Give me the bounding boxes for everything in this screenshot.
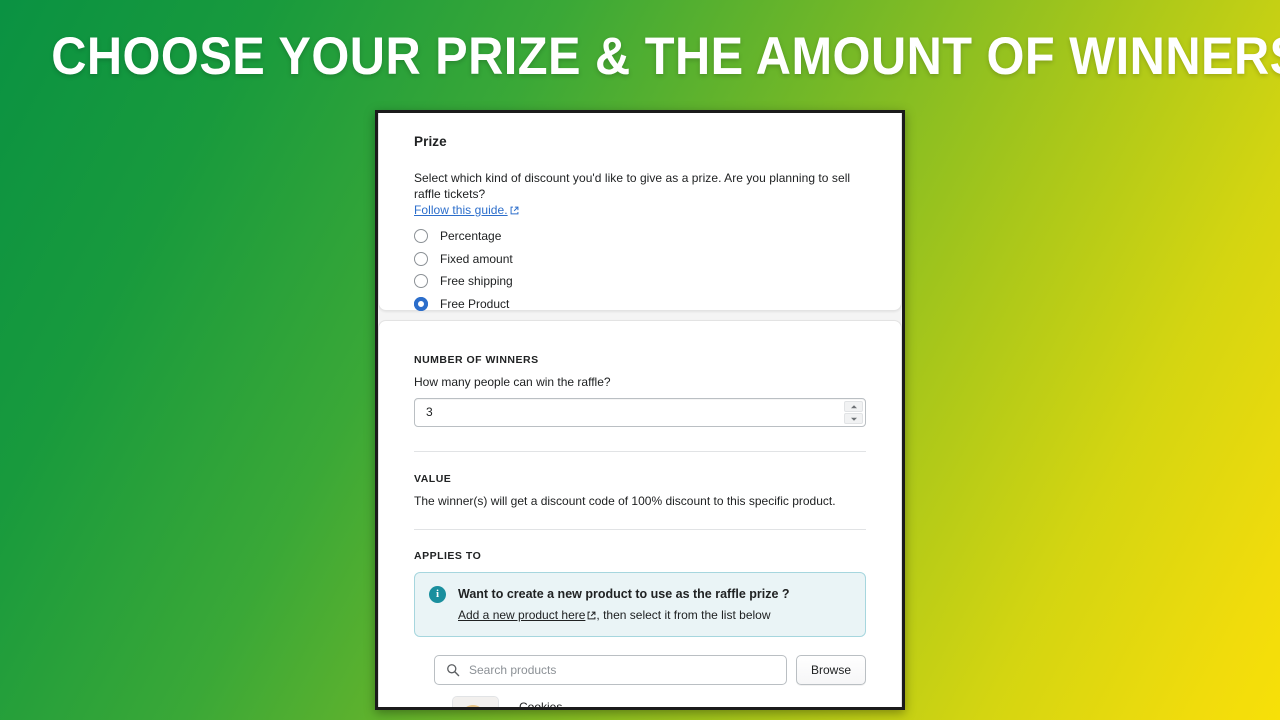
product-name: Cookies bbox=[519, 700, 563, 707]
info-banner-subtitle: Add a new product here , then select it f… bbox=[458, 608, 851, 623]
prize-card-description: Select which kind of discount you'd like… bbox=[414, 170, 866, 219]
add-new-product-link[interactable]: Add a new product here bbox=[458, 608, 585, 622]
search-input-placeholder: Search products bbox=[469, 663, 557, 677]
applies-to-section: APPLIES TO Want to create a new product … bbox=[379, 530, 901, 707]
value-section: VALUE The winner(s) will get a discount … bbox=[379, 452, 901, 508]
value-section-label: VALUE bbox=[414, 473, 452, 485]
stepper-decrement-button[interactable] bbox=[844, 413, 863, 424]
product-result-list: Cookies bbox=[414, 696, 866, 707]
number-of-winners-value: 3 bbox=[426, 405, 433, 419]
info-banner-title: Want to create a new product to use as t… bbox=[458, 587, 790, 601]
radio-mark-icon bbox=[414, 229, 428, 244]
browse-button[interactable]: Browse bbox=[795, 655, 866, 685]
number-of-winners-question: How many people can win the raffle? bbox=[414, 375, 611, 389]
search-products-input[interactable]: Search products bbox=[434, 655, 787, 685]
product-thumbnail-cookies bbox=[452, 696, 499, 707]
create-product-info-banner: Want to create a new product to use as t… bbox=[414, 572, 866, 637]
number-of-winners-label: NUMBER OF WINNERS bbox=[414, 354, 539, 366]
radio-option-percentage[interactable]: Percentage bbox=[414, 225, 866, 248]
prize-type-radio-group[interactable]: Percentage Fixed amount Free shipping Fr… bbox=[414, 225, 866, 315]
page-headline: CHOOSE YOUR PRIZE & THE AMOUNT OF WINNER… bbox=[51, 27, 1280, 86]
stepper-controls[interactable] bbox=[844, 401, 863, 424]
radio-mark-selected-icon bbox=[414, 296, 428, 311]
radio-label: Percentage bbox=[440, 229, 502, 244]
external-link-icon bbox=[510, 203, 519, 219]
prize-details-card: NUMBER OF WINNERS How many people can wi… bbox=[378, 320, 902, 707]
prize-card: Prize Select which kind of discount you'… bbox=[378, 113, 902, 311]
radio-option-free-product[interactable]: Free Product bbox=[414, 293, 866, 316]
info-icon bbox=[429, 586, 446, 603]
stepper-increment-button[interactable] bbox=[844, 401, 863, 412]
radio-mark-icon bbox=[414, 274, 428, 289]
radio-label: Fixed amount bbox=[440, 251, 513, 266]
value-section-description: The winner(s) will get a discount code o… bbox=[414, 494, 836, 508]
product-search-row: Search products Browse bbox=[414, 655, 866, 685]
radio-option-fixed-amount[interactable]: Fixed amount bbox=[414, 248, 866, 271]
screenshot-content: Prize Select which kind of discount you'… bbox=[378, 113, 902, 707]
product-list-item[interactable]: Cookies bbox=[434, 696, 866, 707]
radio-label: Free shipping bbox=[440, 274, 513, 289]
prize-description-text: Select which kind of discount you'd like… bbox=[414, 171, 851, 201]
radio-option-free-shipping[interactable]: Free shipping bbox=[414, 270, 866, 293]
search-icon bbox=[446, 663, 460, 682]
applies-to-label: APPLIES TO bbox=[414, 550, 482, 562]
number-of-winners-stepper[interactable]: 3 bbox=[414, 398, 866, 427]
number-of-winners-section: NUMBER OF WINNERS How many people can wi… bbox=[379, 321, 901, 427]
prize-card-title: Prize bbox=[414, 134, 447, 149]
radio-label: Free Product bbox=[440, 296, 510, 311]
radio-mark-icon bbox=[414, 251, 428, 266]
embedded-screenshot-window: Prize Select which kind of discount you'… bbox=[375, 110, 905, 710]
info-banner-trailing-text: , then select it from the list below bbox=[596, 608, 771, 622]
follow-this-guide-link[interactable]: Follow this guide. bbox=[414, 203, 508, 217]
